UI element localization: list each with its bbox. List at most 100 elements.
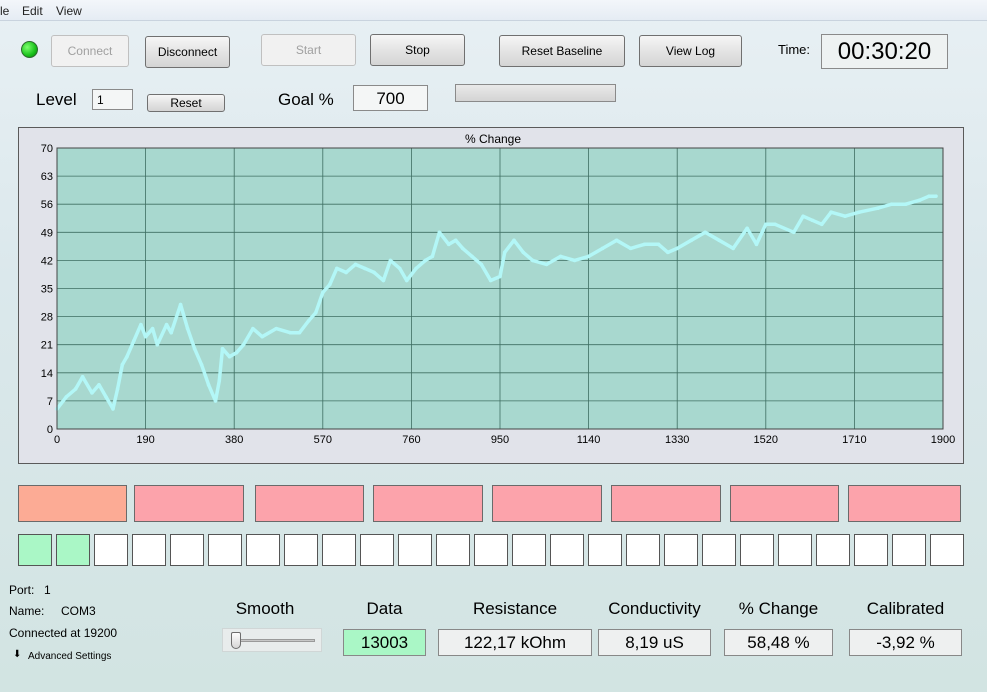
- y-tick-label: 70: [41, 143, 53, 155]
- port-label: Port:: [9, 583, 35, 597]
- level-reset-button[interactable]: Reset: [147, 94, 225, 112]
- level-field[interactable]: 1: [92, 89, 133, 110]
- data-point: [628, 246, 633, 251]
- x-tick-label: 1710: [842, 434, 866, 446]
- data-point: [185, 326, 190, 331]
- x-tick-label: 1520: [754, 434, 778, 446]
- progress-square: [664, 534, 698, 566]
- advanced-settings-toggle[interactable]: Advanced Settings: [28, 651, 111, 662]
- menu-bar: le Edit View: [0, 0, 987, 21]
- progress-square: [816, 534, 850, 566]
- data-point: [97, 383, 101, 387]
- data-point: [558, 254, 563, 259]
- view-log-button[interactable]: View Log: [639, 35, 742, 67]
- data-point: [934, 194, 938, 198]
- data-point: [446, 242, 451, 247]
- data-point: [251, 326, 255, 331]
- data-point: [234, 350, 239, 355]
- data-point: [521, 250, 526, 255]
- level-block: [134, 485, 244, 522]
- smooth-label: Smooth: [235, 599, 295, 618]
- data-point: [586, 254, 591, 259]
- data-point: [614, 238, 619, 243]
- data-point: [388, 258, 393, 263]
- data-point: [372, 270, 376, 275]
- data-point: [206, 383, 211, 387]
- data-point: [260, 334, 264, 339]
- data-point: [155, 342, 160, 347]
- progress-square: [778, 534, 812, 566]
- data-point: [115, 387, 120, 391]
- y-tick-label: 42: [41, 255, 53, 267]
- data-point: [675, 246, 679, 251]
- x-tick-label: 1330: [665, 434, 689, 446]
- level-block: [492, 485, 602, 522]
- data-point: [321, 290, 325, 295]
- progress-square: [322, 534, 356, 566]
- stat-value: -3,92 %: [849, 629, 962, 656]
- progress-square: [208, 534, 242, 566]
- data-point: [90, 391, 94, 395]
- port-name-value: COM3: [61, 604, 96, 618]
- stat-label: Calibrated: [866, 599, 945, 618]
- data-point: [903, 202, 908, 206]
- data-point: [143, 334, 148, 339]
- reset-baseline-button[interactable]: Reset Baseline: [499, 35, 625, 67]
- time-label: Time:: [778, 42, 811, 57]
- data-point: [544, 262, 549, 267]
- goal-percent-field[interactable]: 700: [353, 85, 428, 111]
- progress-square: [132, 534, 166, 566]
- menu-file[interactable]: le: [0, 4, 9, 18]
- chart-canvas: % Change 0 7 14 21 28 35 42 49 56 63 70 0 190 380 570 7…: [41, 132, 955, 446]
- data-point: [64, 395, 69, 399]
- data-point: [199, 362, 204, 367]
- data-point: [843, 214, 847, 219]
- chevron-down-icon[interactable]: ⬇: [13, 649, 21, 660]
- progress-square: [740, 534, 774, 566]
- level-block: [18, 485, 127, 522]
- data-point: [717, 238, 721, 243]
- connection-status-text: Connected at 19200: [9, 626, 118, 640]
- port-value: 1: [44, 583, 51, 597]
- stop-button[interactable]: Stop: [370, 34, 465, 66]
- data-point: [927, 194, 931, 198]
- smooth-slider[interactable]: [222, 628, 322, 652]
- y-tick-label: 14: [41, 368, 53, 380]
- connection-status-led: [21, 41, 38, 58]
- data-point: [404, 278, 409, 283]
- progress-square: [436, 534, 470, 566]
- data-point: [773, 222, 777, 227]
- data-point: [731, 246, 735, 251]
- chart-title: % Change: [465, 132, 521, 146]
- data-point: [512, 238, 516, 243]
- data-point: [857, 210, 861, 215]
- progress-square: [94, 534, 128, 566]
- data-point: [689, 238, 693, 243]
- data-point: [460, 246, 465, 251]
- x-tick-label: 190: [136, 434, 154, 446]
- data-point: [917, 198, 922, 202]
- data-point: [169, 330, 174, 335]
- slider-thumb[interactable]: [231, 632, 241, 649]
- data-point: [213, 399, 218, 403]
- data-point: [745, 226, 749, 231]
- x-tick-label: 0: [54, 434, 60, 446]
- connect-button[interactable]: Connect: [51, 35, 129, 67]
- data-point: [437, 230, 442, 235]
- data-point: [80, 375, 85, 379]
- data-point: [666, 250, 670, 255]
- data-point: [178, 302, 183, 307]
- data-point: [307, 318, 311, 323]
- menu-view[interactable]: View: [56, 4, 82, 18]
- progress-square: [18, 534, 52, 566]
- menu-edit[interactable]: Edit: [22, 4, 43, 18]
- x-tick-label: 380: [225, 434, 243, 446]
- start-button[interactable]: Start: [261, 34, 356, 66]
- data-point: [334, 266, 339, 271]
- data-point: [502, 250, 507, 255]
- progress-square: [474, 534, 508, 566]
- data-point: [530, 258, 535, 263]
- x-tick-label: 1140: [577, 434, 601, 446]
- disconnect-button[interactable]: Disconnect: [145, 36, 230, 68]
- progress-square: [892, 534, 926, 566]
